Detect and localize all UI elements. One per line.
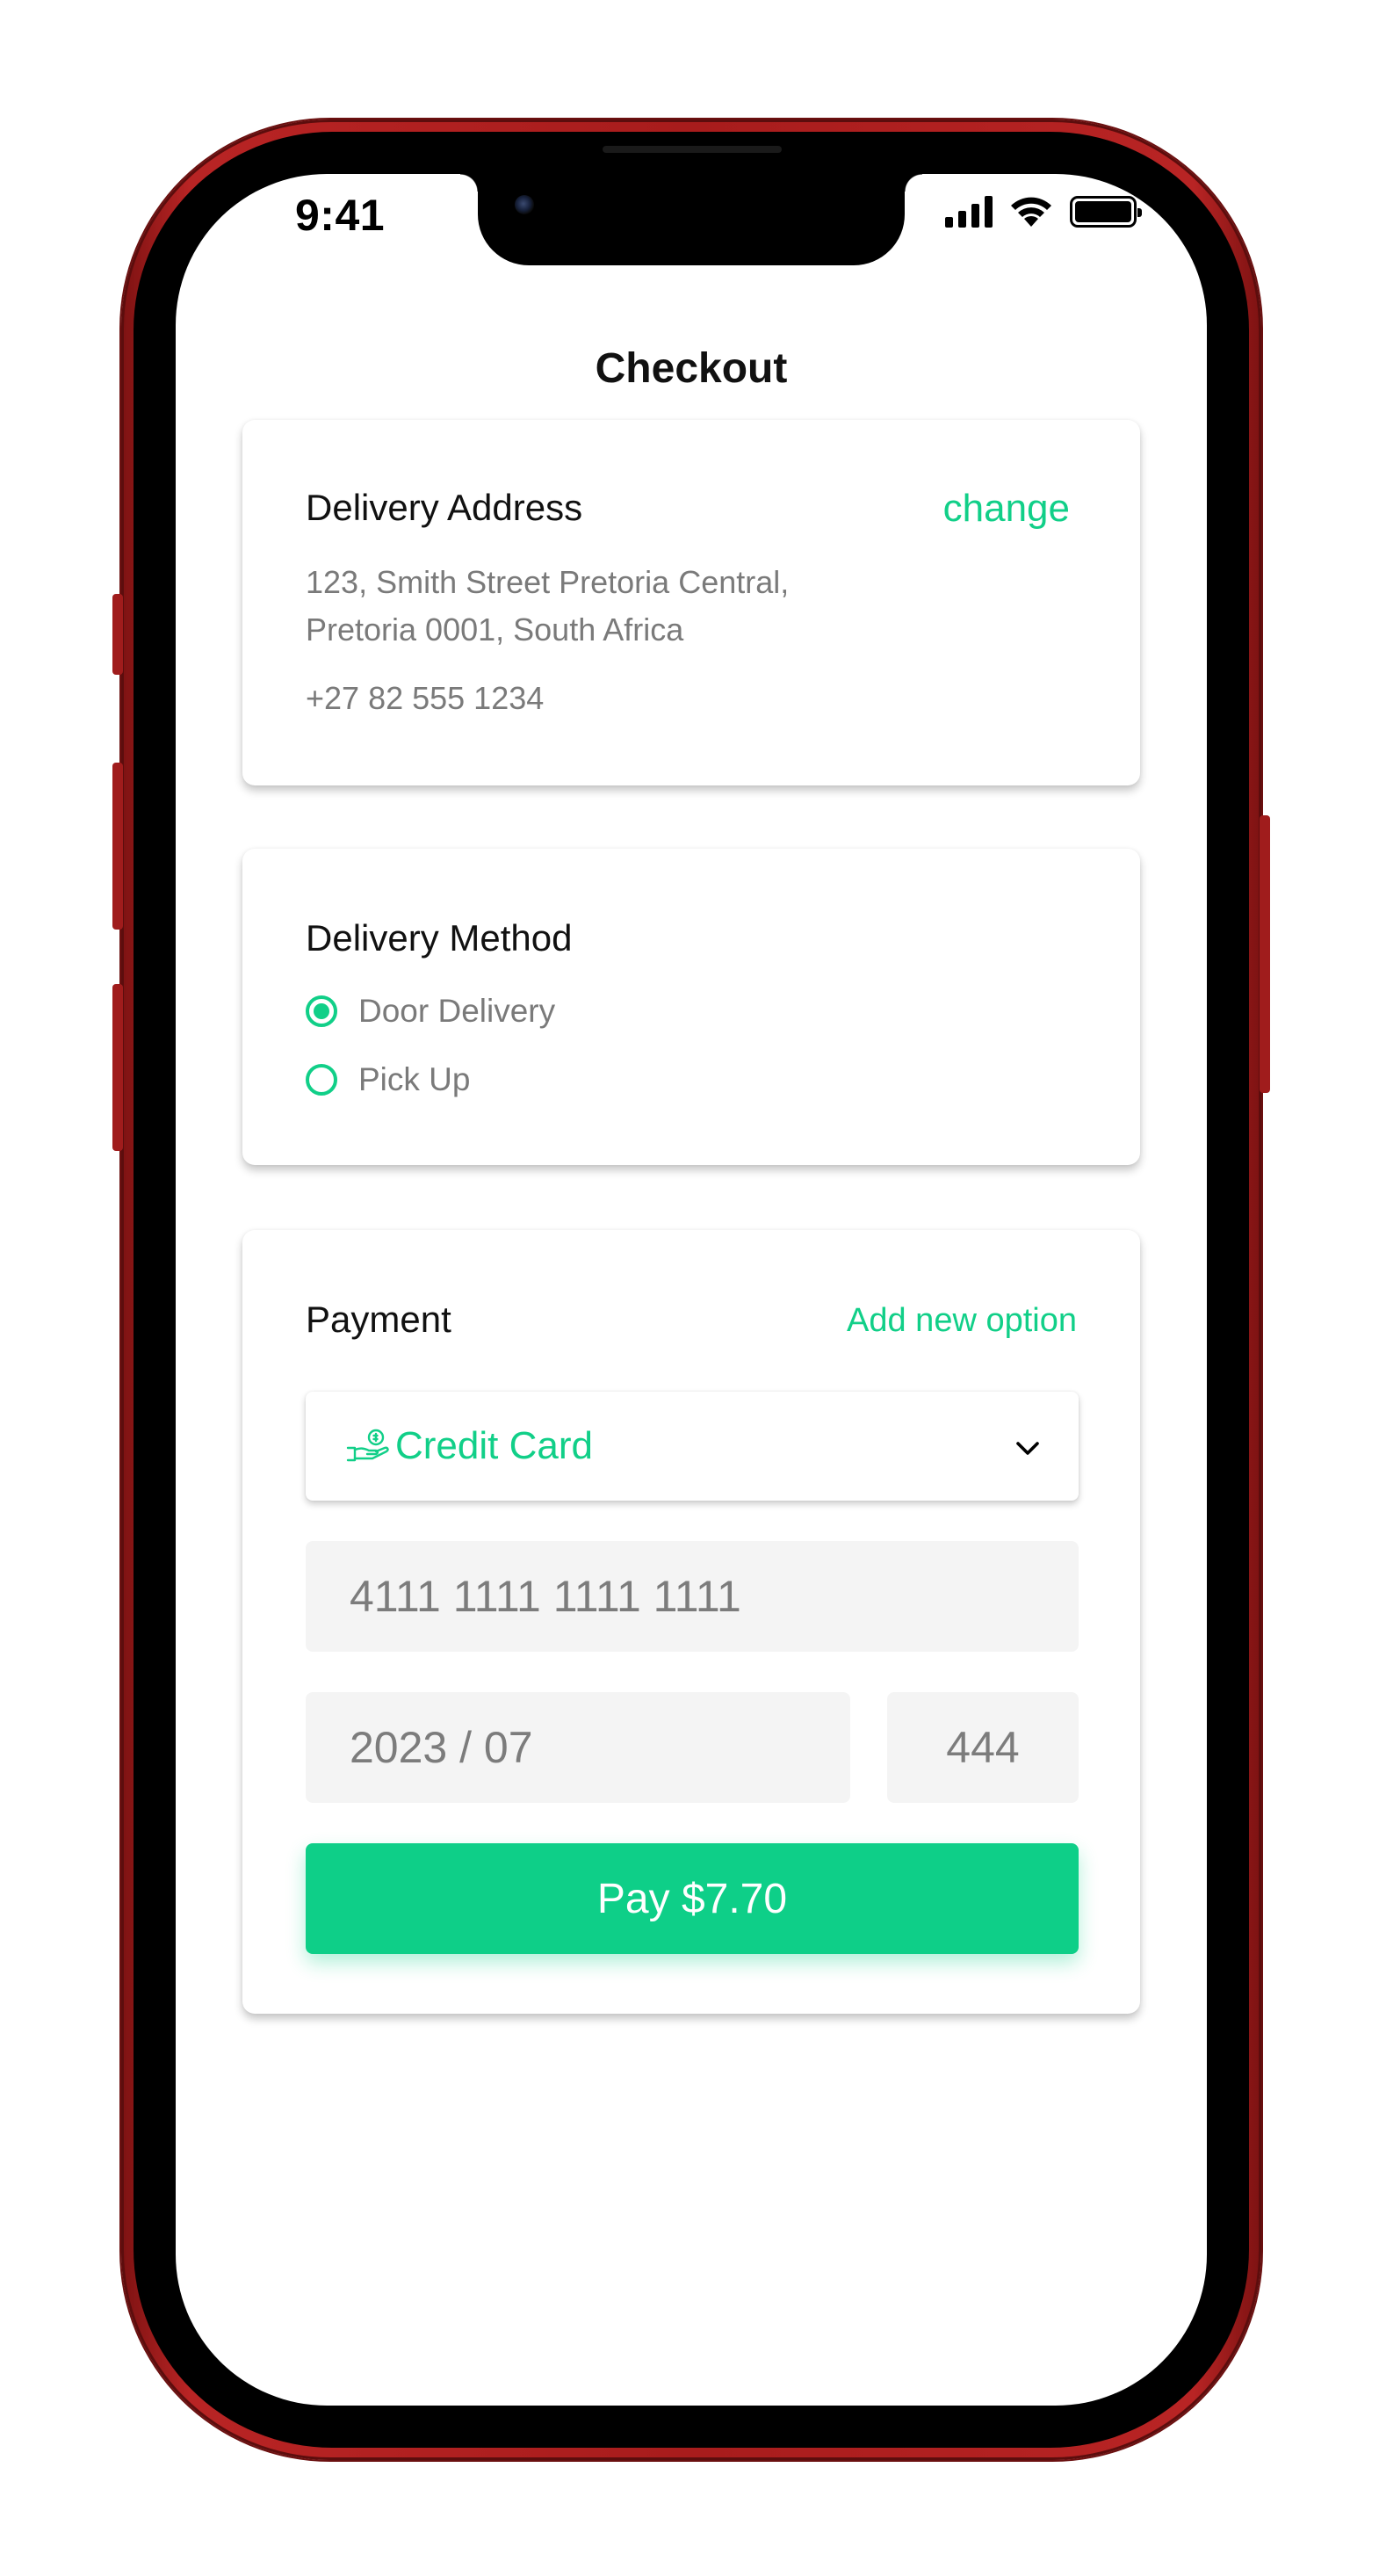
radio-option-door-delivery[interactable]: Door Delivery	[306, 993, 555, 1030]
pay-button[interactable]: Pay $7.70	[306, 1843, 1079, 1954]
delivery-address-heading: Delivery Address	[306, 487, 583, 528]
radio-option-pick-up[interactable]: Pick Up	[306, 1061, 470, 1098]
hand-coin-icon	[346, 1429, 389, 1462]
radio-label-pick-up: Pick Up	[358, 1061, 471, 1097]
wifi-icon	[1011, 197, 1051, 227]
battery-icon	[1070, 196, 1142, 228]
change-address-link[interactable]: change	[943, 487, 1070, 531]
silent-switch	[112, 594, 123, 675]
payment-method-label: Credit Card	[395, 1424, 593, 1467]
expiry-date-field[interactable]	[306, 1692, 850, 1803]
status-time: 9:41	[295, 191, 386, 240]
payment-card: Payment Add new option Credit Card Pay $…	[242, 1230, 1140, 2014]
camera-icon	[515, 195, 534, 214]
earpiece-speaker	[603, 146, 782, 153]
cvv-field[interactable]	[887, 1692, 1079, 1803]
delivery-method-heading: Delivery Method	[306, 917, 573, 959]
radio-dot	[314, 1003, 329, 1019]
notch	[460, 174, 922, 265]
power-button	[1260, 815, 1270, 1093]
add-new-option-link[interactable]: Add new option	[847, 1302, 1077, 1340]
battery-level	[1075, 201, 1131, 222]
radio-button-selected[interactable]	[306, 995, 337, 1027]
payment-method-select[interactable]: Credit Card	[306, 1392, 1079, 1501]
delivery-method-card: Delivery Method Door Delivery Pick Up	[242, 849, 1140, 1165]
payment-heading: Payment	[306, 1299, 451, 1340]
chevron-down-icon	[1016, 1442, 1039, 1455]
page-title: Checkout	[595, 345, 788, 392]
phone-screen: 9:41 Checkout Delivery Address change 12…	[176, 174, 1207, 2406]
radio-label-door-delivery: Door Delivery	[358, 993, 556, 1029]
volume-up-button	[112, 763, 123, 930]
volume-down-button	[112, 984, 123, 1151]
delivery-address-card: Delivery Address change 123, Smith Stree…	[242, 420, 1140, 785]
phone-number: +27 82 555 1234	[306, 680, 545, 716]
status-icons	[945, 195, 1142, 228]
address-line-1: 123, Smith Street Pretoria Central,	[306, 564, 790, 600]
cellular-signal-icon	[945, 196, 993, 228]
card-number-field[interactable]	[306, 1541, 1079, 1652]
address-line-2: Pretoria 0001, South Africa	[306, 611, 684, 648]
radio-button-unselected[interactable]	[306, 1064, 337, 1096]
